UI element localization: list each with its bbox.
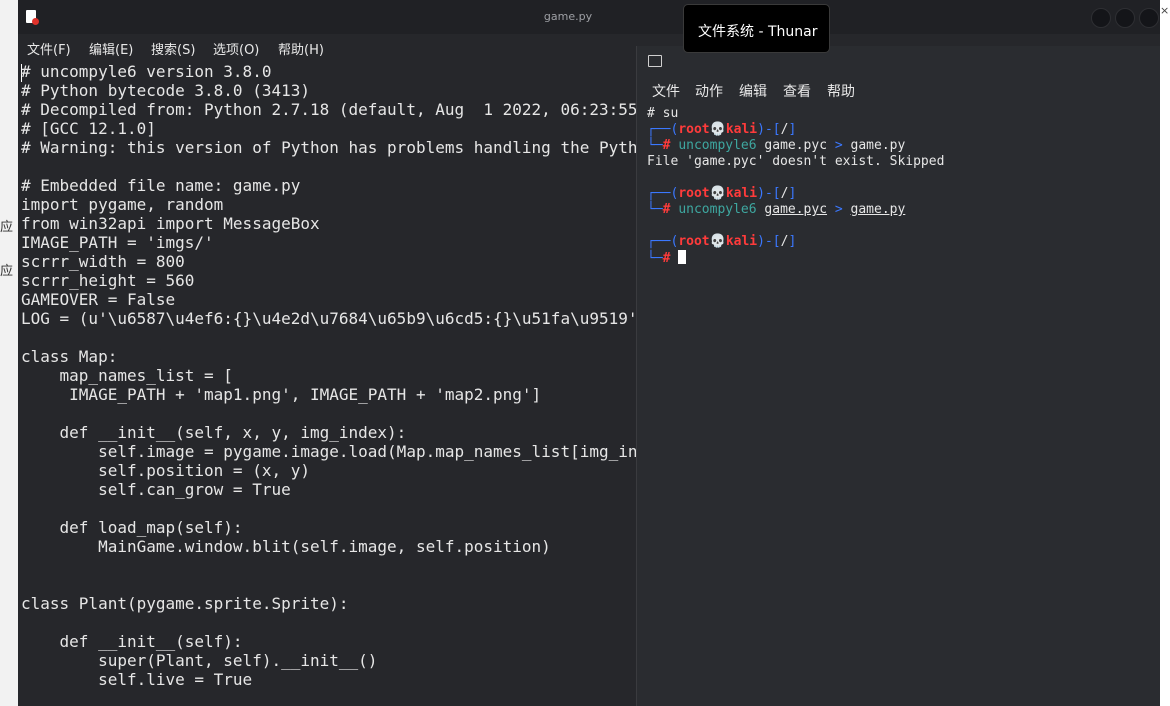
terminal-menubar: 文件 动作 编辑 查看 帮助 [637,80,1161,102]
terminal-icon [648,55,662,67]
terminal-menu-file[interactable]: 文件 [652,81,680,101]
editor-titlebar[interactable]: game.py [18,0,1160,34]
background-text: 应 [0,220,14,235]
command-line: └─# uncompyle6 game.pyc > game.py [647,138,906,153]
tooltip-text: 文件系统 - Thunar [698,24,818,40]
menu-help[interactable]: 帮助(H) [278,39,324,58]
terminal-menu-actions[interactable]: 动作 [695,81,723,101]
terminal-menu-edit[interactable]: 编辑 [739,81,767,101]
terminal-menu-help[interactable]: 帮助 [827,81,855,101]
skull-icon: 💀 [709,234,726,249]
menu-file[interactable]: 文件(F) [27,39,71,58]
thunar-window-tooltip: 文件系统 - Thunar [683,4,830,53]
terminal-window: 文件 动作 编辑 查看 帮助 # su ┌──(root💀kali)-[/] └… [636,46,1161,706]
terminal-line: # su [647,106,679,121]
menu-options[interactable]: 选项(O) [213,39,259,58]
error-line: File 'game.pyc' doesn't exist. Skipped [647,154,945,169]
prompt-line: ┌──(root💀kali)-[/] [647,122,797,137]
menu-edit[interactable]: 编辑(E) [89,39,133,58]
active-prompt-line: └─# [647,250,1157,266]
terminal-menu-view[interactable]: 查看 [783,81,811,101]
close-button[interactable] [1139,8,1159,28]
prompt-line: ┌──(root💀kali)-[/] [647,186,797,201]
terminal-output[interactable]: # su ┌──(root💀kali)-[/] └─# uncompyle6 g… [647,106,1157,266]
minimize-button[interactable] [1091,8,1111,28]
close-icon[interactable]: × [1160,4,1169,17]
terminal-cursor [678,250,687,264]
prompt-line: ┌──(root💀kali)-[/] [647,234,797,249]
skull-icon: 💀 [709,122,726,137]
background-text: 应 [0,264,14,279]
maximize-button[interactable] [1115,8,1135,28]
skull-icon: 💀 [709,186,726,201]
menu-search[interactable]: 搜索(S) [151,39,195,58]
right-window-edge [1160,0,1170,706]
background-window-edge: 应 应 [0,0,19,706]
window-title: game.py [543,10,593,23]
command-line: └─# uncompyle6 game.pyc > game.py [647,202,906,217]
